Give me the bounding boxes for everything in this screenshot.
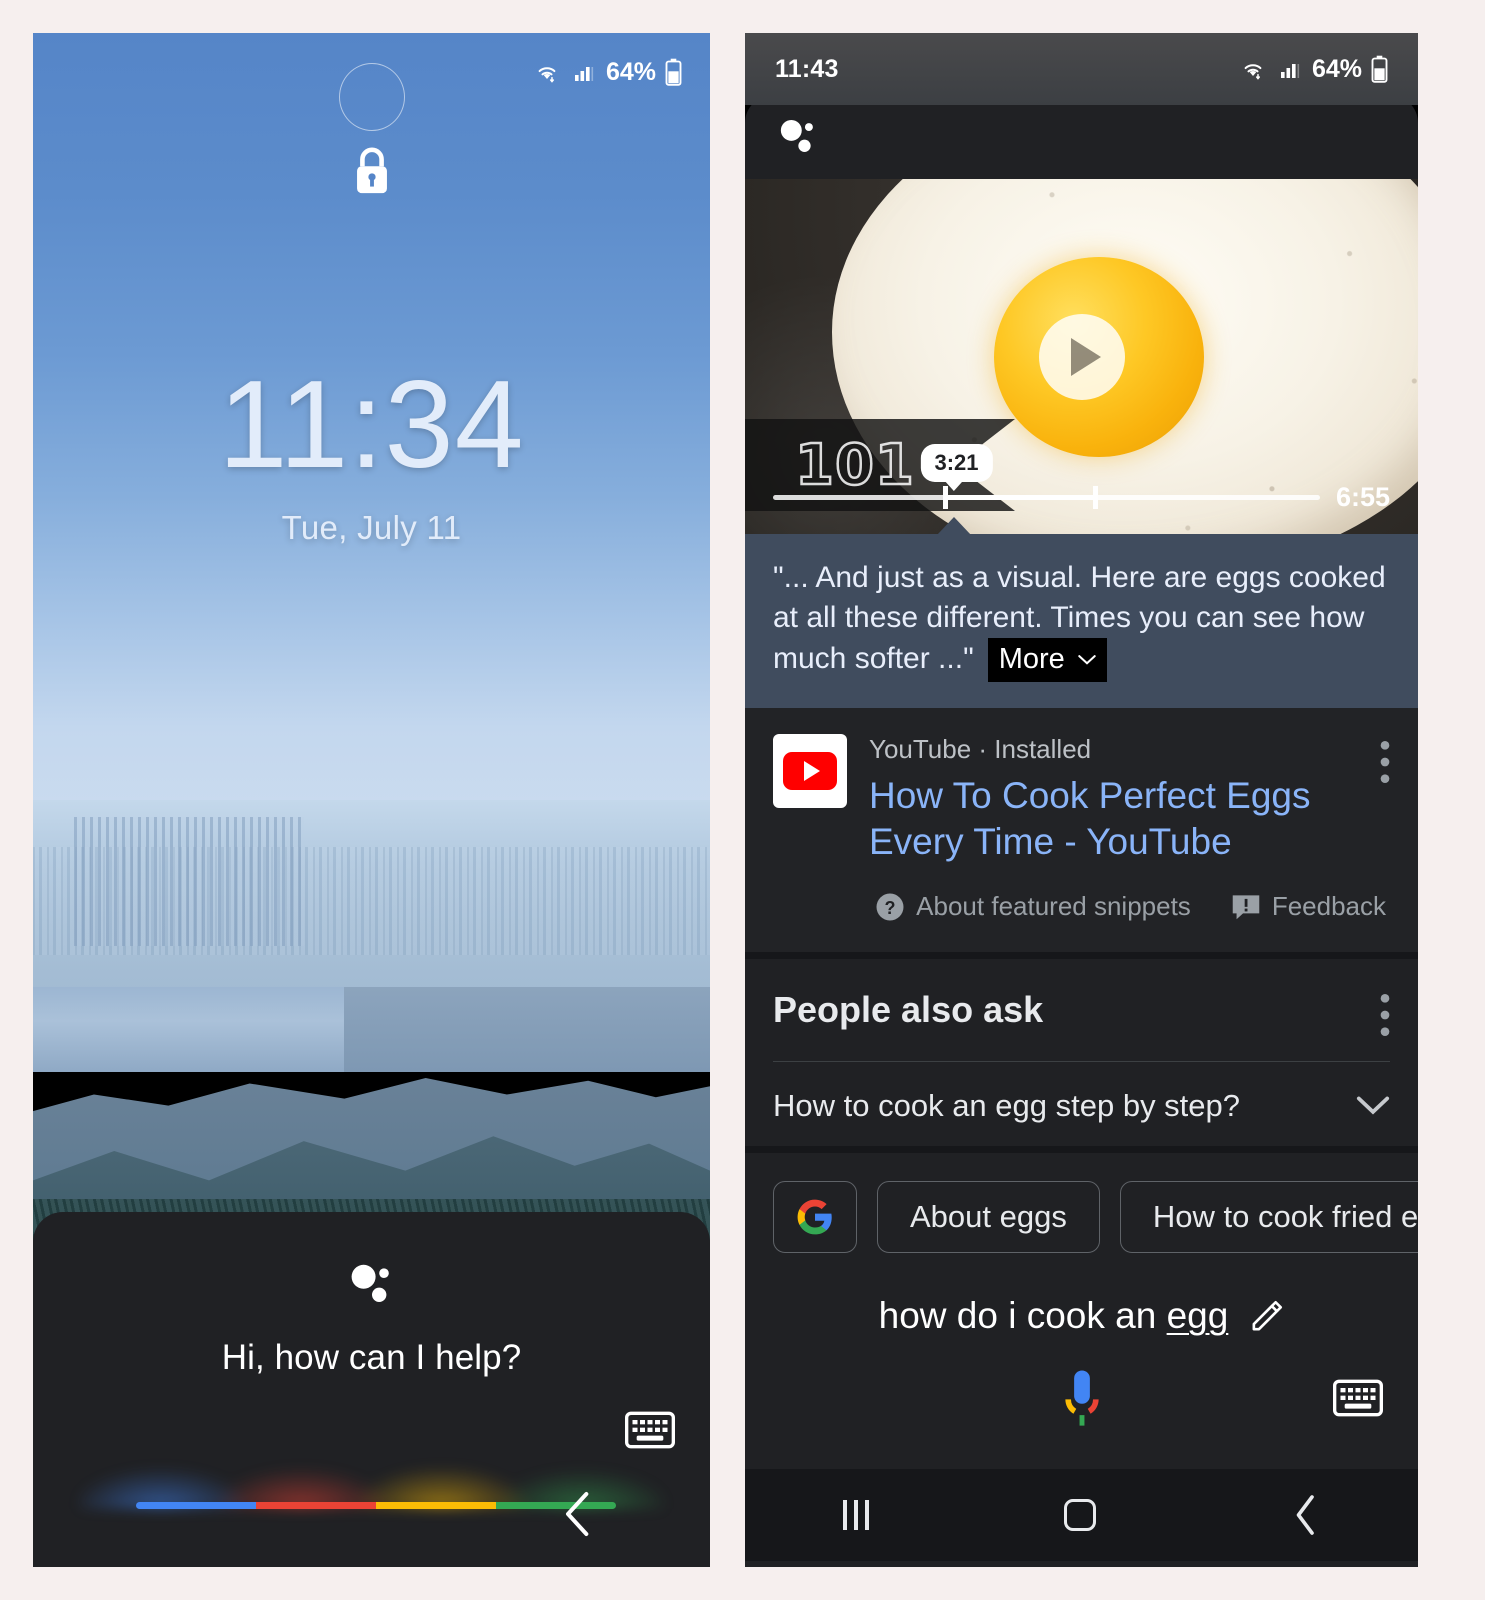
cellular-signal-icon bbox=[571, 60, 597, 84]
assistant-google-color-bar bbox=[136, 1502, 616, 1509]
back-chevron-icon[interactable] bbox=[1292, 1494, 1320, 1536]
feedback-label: Feedback bbox=[1272, 891, 1386, 922]
assistant-listening-glow bbox=[33, 1419, 710, 1509]
chevron-down-icon[interactable] bbox=[1356, 1095, 1390, 1117]
google-assistant-dots-icon bbox=[777, 115, 821, 159]
assistant-panel: Hi, how can I help? bbox=[33, 1212, 710, 1567]
three-dot-menu-icon[interactable] bbox=[1380, 993, 1390, 1037]
left-status-bar: 64% bbox=[33, 33, 710, 111]
people-also-ask-title: People also ask bbox=[773, 989, 1043, 1031]
suggestion-chip[interactable]: How to cook fried e bbox=[1120, 1181, 1418, 1253]
assistant-sheet-header bbox=[745, 95, 1418, 179]
keyboard-icon[interactable] bbox=[1333, 1379, 1383, 1417]
battery-percent-label: 64% bbox=[1312, 55, 1362, 84]
back-chevron-icon[interactable] bbox=[561, 1489, 595, 1539]
snippet-pointer-caret bbox=[937, 517, 971, 534]
query-text-prefix: how do i cook an bbox=[879, 1295, 1167, 1336]
screenshot-stage: 64% 11:34 Tue, July 11 bbox=[0, 0, 1485, 1600]
question-mark-circle-icon: ? bbox=[875, 892, 905, 922]
play-triangle bbox=[1071, 338, 1101, 376]
system-navigation-bar bbox=[745, 1469, 1418, 1561]
right-status-bar: 11:43 64% bbox=[745, 33, 1418, 105]
feedback-speech-bubble-icon bbox=[1231, 893, 1261, 921]
home-icon[interactable] bbox=[1064, 1499, 1096, 1531]
more-button[interactable]: More bbox=[988, 638, 1107, 683]
about-featured-snippets-label: About featured snippets bbox=[916, 891, 1191, 922]
wifi-icon bbox=[1238, 56, 1268, 82]
wifi-icon bbox=[532, 59, 562, 85]
video-progress-track[interactable] bbox=[773, 495, 1320, 500]
wallpaper-water-inlet bbox=[33, 987, 710, 1071]
wallpaper-cityscape bbox=[33, 800, 710, 1015]
chevron-down-icon bbox=[1078, 654, 1096, 666]
google-search-chip[interactable] bbox=[773, 1181, 857, 1253]
assistant-input-row bbox=[745, 1341, 1418, 1469]
result-source-label: YouTube · Installed bbox=[869, 734, 1358, 765]
more-button-label: More bbox=[999, 643, 1065, 675]
status-bar-clock: 11:43 bbox=[775, 55, 839, 84]
youtube-icon bbox=[773, 734, 847, 808]
query-display-row: how do i cook an egg bbox=[745, 1281, 1418, 1341]
google-g-logo-icon bbox=[796, 1198, 834, 1236]
lock-icon bbox=[349, 143, 395, 201]
svg-text:?: ? bbox=[885, 897, 896, 917]
youtube-play-mark bbox=[783, 752, 837, 790]
people-also-ask-section: People also ask How to cook an egg step … bbox=[745, 952, 1418, 1146]
battery-percent-label: 64% bbox=[606, 58, 656, 87]
people-also-ask-question[interactable]: How to cook an egg step by step? bbox=[773, 1062, 1390, 1146]
video-snippet-segment[interactable] bbox=[943, 486, 1098, 509]
about-featured-snippets-link[interactable]: ? About featured snippets bbox=[875, 891, 1191, 922]
pencil-edit-icon[interactable] bbox=[1250, 1299, 1284, 1333]
featured-snippet-panel: "... And just as a visual. Here are eggs… bbox=[745, 534, 1418, 708]
suggestion-chips-row: About eggs How to cook fried e bbox=[745, 1146, 1418, 1281]
result-title-link[interactable]: How To Cook Perfect Eggs Every Time - Yo… bbox=[869, 773, 1358, 865]
result-footer-links: ? About featured snippets Feedback bbox=[773, 865, 1390, 952]
battery-icon bbox=[1371, 55, 1388, 83]
suggestion-chip-label: How to cook fried e bbox=[1153, 1199, 1418, 1235]
people-also-ask-question-label: How to cook an egg step by step? bbox=[773, 1088, 1240, 1124]
cellular-signal-icon bbox=[1277, 57, 1303, 81]
lock-screen-date: Tue, July 11 bbox=[33, 509, 710, 547]
three-dot-menu-icon[interactable] bbox=[1380, 740, 1390, 784]
suggestion-chip-label: About eggs bbox=[910, 1199, 1067, 1235]
play-button-icon[interactable] bbox=[1039, 314, 1125, 400]
video-thumbnail[interactable]: 101 3:21 6:55 bbox=[745, 179, 1418, 534]
assistant-result-sheet: 101 3:21 6:55 "... And just as a visua bbox=[745, 95, 1418, 1567]
feedback-link[interactable]: Feedback bbox=[1231, 891, 1386, 922]
video-total-duration: 6:55 bbox=[1336, 482, 1390, 513]
google-microphone-icon[interactable] bbox=[1055, 1367, 1109, 1437]
video-current-time-tooltip: 3:21 bbox=[920, 444, 992, 482]
search-result-card[interactable]: YouTube · Installed How To Cook Perfect … bbox=[745, 708, 1418, 952]
assistant-greeting: Hi, how can I help? bbox=[222, 1338, 522, 1378]
suggestion-chip[interactable]: About eggs bbox=[877, 1181, 1100, 1253]
right-phone-assistant-results: 11:43 64% bbox=[745, 33, 1418, 1567]
left-phone-lock-screen: 64% 11:34 Tue, July 11 bbox=[33, 33, 710, 1567]
query-text: how do i cook an egg bbox=[879, 1295, 1229, 1337]
lock-screen-clock: 11:34 Tue, July 11 bbox=[33, 363, 710, 547]
lock-screen-time: 11:34 bbox=[33, 363, 710, 487]
google-assistant-dots-icon bbox=[348, 1260, 396, 1308]
query-text-underlined: egg bbox=[1167, 1295, 1229, 1336]
recents-icon[interactable] bbox=[843, 1500, 869, 1530]
video-scrubber-row[interactable]: 6:55 bbox=[745, 482, 1418, 512]
battery-icon bbox=[665, 58, 682, 86]
